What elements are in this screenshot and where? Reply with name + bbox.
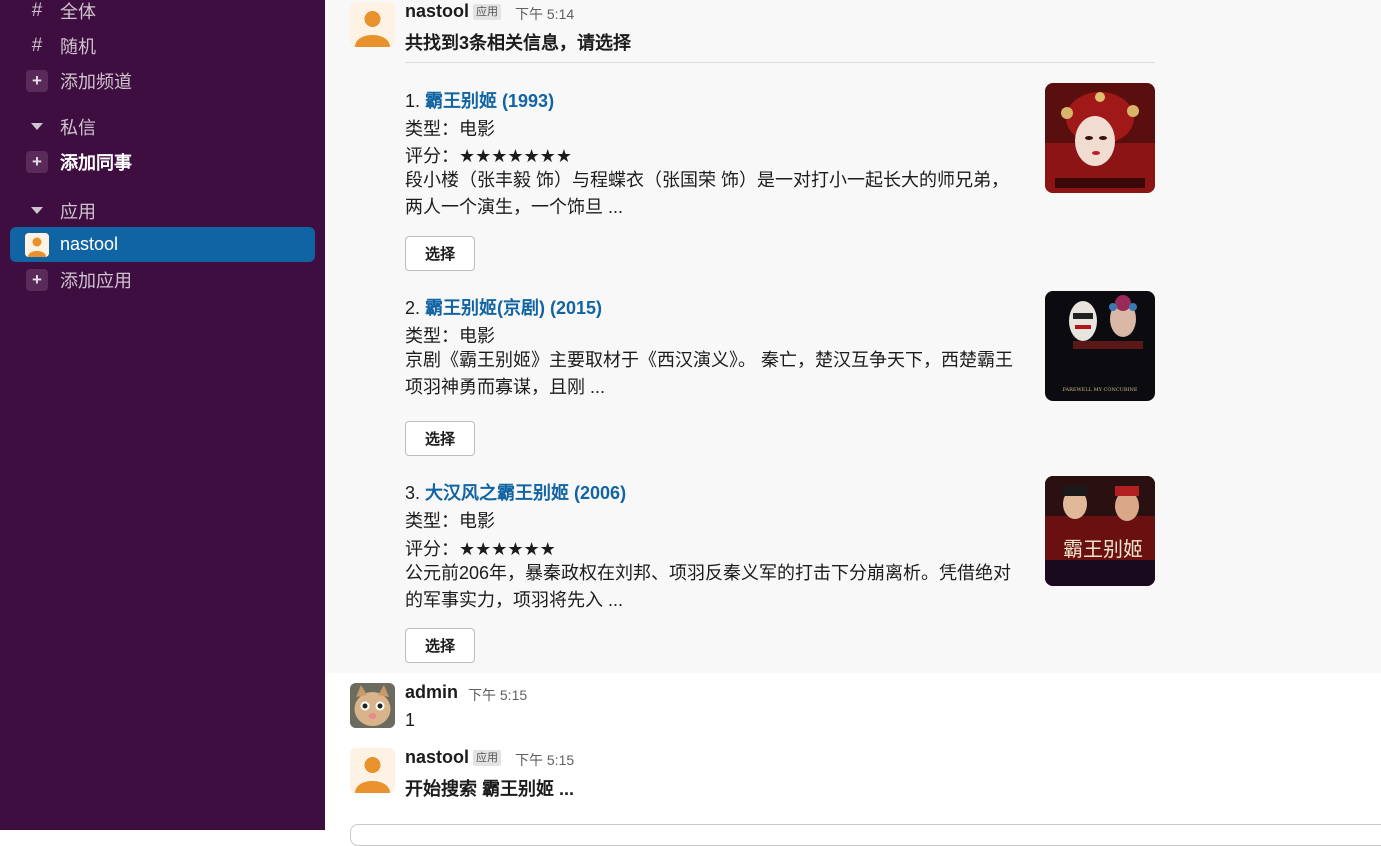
sender-name[interactable]: nastool (405, 747, 469, 768)
app-avatar (25, 232, 49, 257)
timestamp[interactable]: 下午 5:14 (515, 4, 574, 24)
result-title: 2. 霸王别姬(京剧) (2015) (405, 294, 602, 320)
result-link[interactable]: 霸王别姬 (1993) (425, 91, 554, 111)
result-type: 类型：电影 (405, 326, 495, 346)
hash-icon: # (31, 34, 43, 56)
result-rating: 评分：★★★★★★★ (405, 146, 572, 166)
hash-icon: # (31, 0, 43, 21)
poster-caption: 霸王别姬 (1063, 537, 1143, 561)
user-icon (25, 232, 49, 257)
sender-name[interactable]: nastool (405, 1, 469, 22)
result-title: 1. 霸王别姬 (1993) (405, 87, 554, 113)
add-app-button[interactable]: + 添加应用 (10, 262, 315, 297)
result-description: 段小楼（张丰毅 饰）与程蝶衣（张国荣 饰）是一对打小一起长大的师兄弟，两人一个演… (405, 170, 1009, 217)
app-label: nastool (60, 234, 119, 254)
poster-caption: FAREWELL MY CONCUBINE (1062, 387, 1137, 393)
sidebar-item-nastool[interactable]: nastool (10, 227, 315, 262)
message-text: 开始搜索 霸王别姬 ... (405, 779, 575, 799)
select-button[interactable]: 选择 (405, 236, 475, 271)
result-type: 类型：电影 (405, 119, 495, 139)
sidebar-channel-all[interactable]: # 全体 (10, 0, 315, 28)
message-pane: nastool 应用 下午 5:14 共找到3条相关信息，请选择 1. 霸王别姬… (325, 0, 1381, 846)
avatar[interactable] (350, 2, 395, 47)
result-rating: 评分：★★★★★★ (405, 539, 556, 559)
sidebar-channel-random[interactable]: # 随机 (10, 28, 315, 63)
add-colleague-button[interactable]: + 添加同事 (10, 144, 315, 179)
result-index: 1. (405, 91, 421, 111)
message-composer[interactable] (350, 824, 1381, 846)
message-text: 共找到3条相关信息，请选择 (405, 33, 632, 53)
add-colleague-label: 添加同事 (60, 152, 132, 173)
divider (405, 62, 1155, 63)
result-title: 3. 大汉风之霸王别姬 (2006) (405, 479, 626, 505)
select-button[interactable]: 选择 (405, 421, 475, 456)
caret-down-icon (26, 116, 48, 138)
add-channel-button[interactable]: + 添加频道 (10, 63, 315, 98)
apps-section-label: 应用 (60, 201, 96, 222)
user-icon (350, 2, 395, 47)
result-index: 3. (405, 483, 421, 503)
user-icon (350, 748, 395, 793)
add-app-label: 添加应用 (60, 270, 132, 291)
message-text: 1 (405, 710, 416, 730)
avatar[interactable] (350, 748, 395, 793)
result-description: 京剧《霸王别姬》主要取材于《西汉演义》。 秦亡，楚汉互争天下，西楚霸王项羽神勇而… (405, 350, 1013, 397)
timestamp[interactable]: 下午 5:15 (515, 750, 574, 770)
result-link[interactable]: 霸王别姬(京剧) (2015) (425, 298, 602, 318)
add-channel-label: 添加频道 (60, 71, 132, 92)
poster-image[interactable] (1045, 83, 1155, 193)
poster-image[interactable]: FAREWELL MY CONCUBINE (1045, 291, 1155, 401)
dm-section-header[interactable]: 私信 (10, 109, 315, 144)
result-type: 类型：电影 (405, 511, 495, 531)
caret-down-icon (26, 200, 48, 222)
sender-name[interactable]: admin (405, 682, 458, 703)
app-badge: 应用 (473, 750, 501, 766)
result-index: 2. (405, 298, 421, 318)
plus-icon: + (26, 150, 48, 173)
timestamp[interactable]: 下午 5:15 (468, 685, 527, 705)
plus-icon: + (26, 69, 48, 92)
plus-icon: + (26, 268, 48, 291)
select-button[interactable]: 选择 (405, 628, 475, 663)
avatar[interactable] (350, 683, 395, 728)
sidebar: # 全体 # 随机 + 添加频道 私信 + 添加同事 应用 nastool + … (0, 0, 325, 830)
result-link[interactable]: 大汉风之霸王别姬 (2006) (425, 483, 626, 503)
poster-image[interactable]: 霸王别姬 (1045, 476, 1155, 586)
app-badge: 应用 (473, 4, 501, 20)
channel-label: 全体 (60, 1, 96, 22)
channel-label: 随机 (60, 36, 96, 57)
dm-section-label: 私信 (60, 117, 96, 138)
apps-section-header[interactable]: 应用 (10, 193, 315, 228)
cat-avatar-icon (350, 683, 395, 728)
result-description: 公元前206年，暴秦政权在刘邦、项羽反秦义军的打击下分崩离析。凭借绝对的军事实力… (405, 563, 1012, 610)
